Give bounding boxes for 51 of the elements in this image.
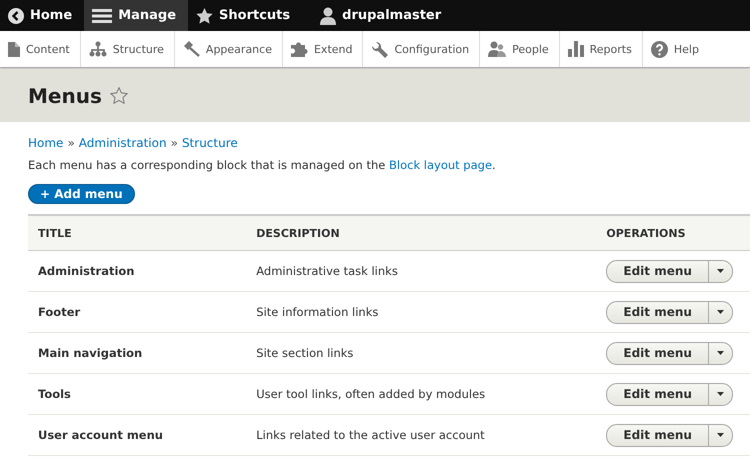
help-icon: [650, 40, 668, 58]
column-header: DESCRIPTION: [246, 215, 596, 250]
sitemap-icon: [88, 41, 107, 57]
puzzle-icon: [290, 41, 308, 57]
table-cell: Site information links: [246, 292, 596, 332]
menu-icon: [92, 8, 112, 24]
bar-chart-icon: [568, 41, 584, 57]
column-header: OPERATIONS: [596, 215, 750, 250]
description-text: Each menu has a corresponding block that is managed on the Block layout page.: [28, 158, 497, 172]
toolbar-tab[interactable]: Home: [0, 0, 84, 31]
tray-menu-item[interactable]: Extend: [282, 31, 364, 67]
table-cell: Administrative task links: [246, 250, 596, 292]
tray-menu-item[interactable]: Content: [0, 31, 81, 67]
column-header: TITLE: [28, 215, 246, 250]
toolbar-tab[interactable]: Shortcuts: [188, 0, 302, 31]
table-cell: Administration: [28, 250, 246, 292]
table-cell: Main navigation: [28, 332, 246, 374]
caret-icon: [716, 269, 724, 273]
table-cell: Footer: [28, 292, 246, 332]
breadcrumb-link[interactable]: Administration: [78, 136, 167, 150]
caret-icon: [716, 392, 724, 396]
tray-menu-item[interactable]: Help: [642, 31, 699, 67]
people-icon: [488, 41, 506, 57]
toolbar-tab[interactable]: Manage: [84, 0, 188, 31]
caret-icon: [716, 433, 724, 437]
page-title: Menus: [28, 84, 102, 108]
add-menu-button[interactable]: + Add menu: [28, 184, 135, 204]
star-icon[interactable]: [110, 87, 128, 104]
tray-menu-item[interactable]: Configuration: [363, 31, 480, 67]
caret-icon: [716, 310, 724, 314]
document-icon: [8, 42, 20, 56]
toolbar-tab[interactable]: drupalmaster: [302, 0, 454, 31]
table-cell: Links related to the active user account: [246, 414, 596, 456]
breadcrumb-separator: »: [67, 136, 75, 150]
tray-menu-item[interactable]: Reports: [560, 31, 643, 67]
table-cell: User tool links, often added by modules: [246, 374, 596, 414]
breadcrumb-link[interactable]: Home: [28, 136, 64, 150]
wrench-icon: [371, 40, 388, 58]
tray-menu-item[interactable]: People: [480, 31, 560, 67]
star-icon: [196, 8, 214, 24]
caret-icon: [716, 351, 724, 355]
hammer-icon: [182, 41, 200, 57]
block-layout-link[interactable]: Block layout page: [389, 158, 492, 172]
tray-menu-item[interactable]: Appearance: [174, 31, 283, 67]
breadcrumb-separator: »: [170, 136, 178, 150]
user-icon: [320, 6, 336, 24]
table-cell: Tools: [28, 374, 246, 414]
table-cell: User account menu: [28, 414, 246, 456]
breadcrumb-link[interactable]: Structure: [182, 136, 238, 150]
tray-menu-item[interactable]: Structure: [80, 31, 175, 67]
table-cell: Site section links: [246, 332, 596, 374]
